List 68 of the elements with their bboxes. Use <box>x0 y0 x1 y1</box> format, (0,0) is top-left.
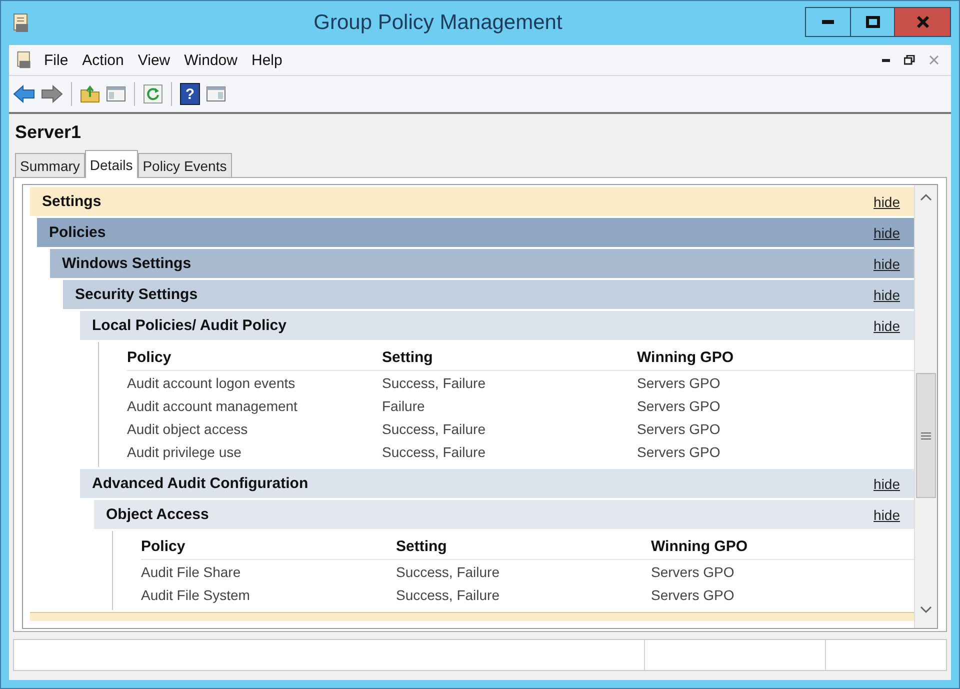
forward-arrow-icon[interactable] <box>41 85 63 103</box>
close-button[interactable] <box>894 8 950 36</box>
panel-icon[interactable] <box>206 85 226 103</box>
tab[interactable]: Policy Events <box>138 153 232 177</box>
column-header: Policy <box>127 348 172 366</box>
menu-item[interactable]: Help <box>244 50 290 70</box>
window-title: Group Policy Management <box>312 11 564 35</box>
page-heading: Server1 <box>15 122 82 143</box>
column-header: Setting <box>382 348 434 366</box>
table-cell-text: Success, Failure <box>396 564 500 580</box>
scroll-down-icon[interactable] <box>920 606 932 614</box>
column-header: Setting <box>396 538 448 554</box>
table-cell-text: Audit account logon events <box>127 374 296 390</box>
maximize-icon <box>866 16 880 28</box>
section-title: Local Policies/ Audit Policy <box>92 317 286 334</box>
table-cell-text: Servers GPO <box>637 444 722 460</box>
app-icon <box>11 12 31 34</box>
close-icon[interactable] <box>929 55 939 65</box>
minimize-icon[interactable] <box>882 58 890 62</box>
scroll-bar[interactable] <box>914 185 937 628</box>
hide-link[interactable]: hide <box>874 224 900 240</box>
refresh-icon[interactable] <box>143 84 163 104</box>
section-title: Windows Settings <box>62 255 192 272</box>
table-cell-text: Audit object access <box>127 420 249 436</box>
restore-icon[interactable] <box>904 55 915 65</box>
section-title: Policies <box>49 224 106 241</box>
table-cell-text: Servers GPO <box>651 586 736 602</box>
panel-icon[interactable] <box>106 85 126 103</box>
table-cell-text: Audit account management <box>127 398 298 414</box>
table-cell-text: Audit File System <box>141 586 251 602</box>
table-cell-text: Servers GPO <box>637 398 722 414</box>
column-header: Winning GPO <box>651 538 749 554</box>
table-cell-text: Success, Failure <box>382 444 486 460</box>
menu-item[interactable]: View <box>130 50 178 70</box>
hide-link[interactable]: hide <box>874 256 900 272</box>
table-cell-text: Success, Failure <box>396 586 500 602</box>
table-cell-text: Servers GPO <box>637 420 722 436</box>
table-cell-text: Failure <box>382 398 426 414</box>
table-cell-text: Success, Failure <box>382 374 486 390</box>
hide-link[interactable]: hide <box>874 476 900 492</box>
section-title: Object Access <box>106 506 209 523</box>
column-header: Policy <box>141 538 186 554</box>
app-icon <box>15 50 33 70</box>
menu-item[interactable]: File <box>37 50 76 70</box>
hide-link[interactable]: hide <box>874 194 900 210</box>
hide-link[interactable]: hide <box>874 318 900 334</box>
minimize-icon <box>822 20 834 24</box>
column-header: Winning GPO <box>637 348 735 366</box>
scroll-up-icon[interactable] <box>920 193 932 201</box>
hide-link[interactable]: hide <box>874 286 900 302</box>
hide-link[interactable]: hide <box>874 506 900 522</box>
menu-item[interactable]: Action <box>75 50 131 70</box>
folder-icon[interactable] <box>80 85 100 103</box>
table-cell-text: Audit File Share <box>141 564 242 580</box>
table-cell-text: Success, Failure <box>382 420 486 436</box>
table-cell-text: Audit privilege use <box>127 444 242 460</box>
back-arrow-icon[interactable] <box>13 85 35 103</box>
section-title: Settings <box>42 193 102 210</box>
section-title: Advanced Audit Configuration <box>92 475 308 492</box>
table-cell-text: Servers GPO <box>637 374 722 390</box>
section-title: Security Settings <box>75 286 198 303</box>
help-icon[interactable]: ? <box>180 83 200 105</box>
grip-icon <box>921 432 931 440</box>
menu-item[interactable]: Window <box>177 50 244 70</box>
tab[interactable]: Summary <box>15 153 85 177</box>
table-cell-text: Servers GPO <box>651 564 736 580</box>
tab[interactable]: Details <box>84 150 138 178</box>
close-icon <box>916 15 930 29</box>
